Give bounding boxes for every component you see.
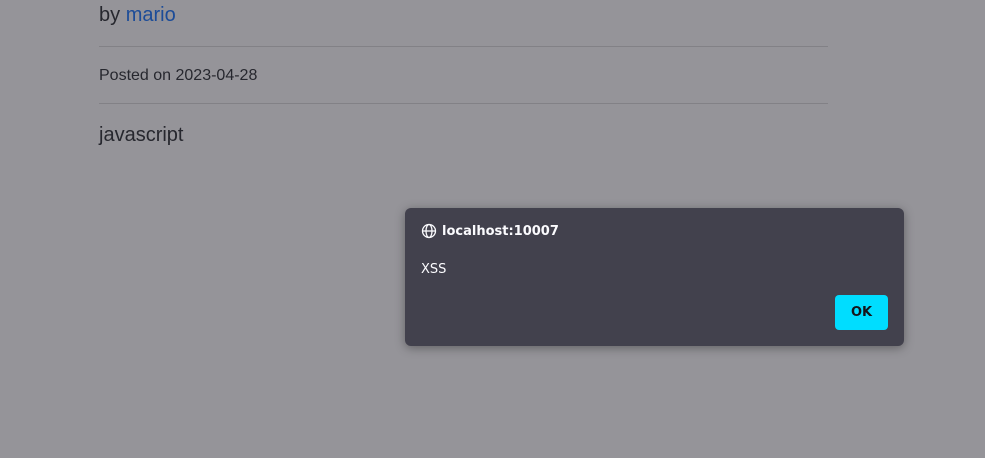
alert-dialog: localhost:10007 XSS OK <box>405 208 904 346</box>
ok-button[interactable]: OK <box>835 295 888 330</box>
globe-icon <box>421 223 437 239</box>
dialog-origin: localhost:10007 <box>442 223 559 239</box>
dialog-message: XSS <box>421 262 447 277</box>
dialog-header: localhost:10007 <box>421 223 559 239</box>
